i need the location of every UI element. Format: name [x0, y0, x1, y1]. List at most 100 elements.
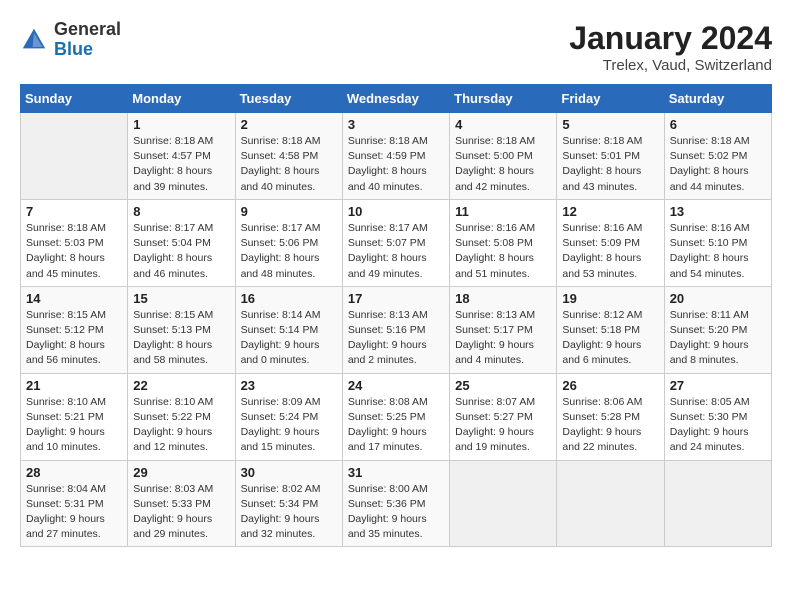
calendar-cell [557, 460, 664, 547]
weekday-header-thursday: Thursday [450, 85, 557, 113]
day-detail: Sunrise: 8:09 AM Sunset: 5:24 PM Dayligh… [241, 395, 337, 456]
calendar-cell: 7 Sunrise: 8:18 AM Sunset: 5:03 PM Daylig… [21, 199, 128, 286]
day-number: 17 [348, 291, 444, 306]
day-detail: Sunrise: 8:11 AM Sunset: 5:20 PM Dayligh… [670, 308, 766, 369]
logo-blue: Blue [54, 39, 93, 59]
calendar-cell: 3 Sunrise: 8:18 AM Sunset: 4:59 PM Daylig… [342, 113, 449, 200]
day-detail: Sunrise: 8:18 AM Sunset: 4:59 PM Dayligh… [348, 134, 444, 195]
calendar-cell [21, 113, 128, 200]
day-detail: Sunrise: 8:18 AM Sunset: 5:02 PM Dayligh… [670, 134, 766, 195]
day-number: 13 [670, 204, 766, 219]
weekday-header-sunday: Sunday [21, 85, 128, 113]
day-number: 29 [133, 465, 229, 480]
calendar-title: January 2024 [569, 20, 772, 57]
day-detail: Sunrise: 8:10 AM Sunset: 5:21 PM Dayligh… [26, 395, 122, 456]
calendar-table: SundayMondayTuesdayWednesdayThursdayFrid… [20, 84, 772, 547]
day-number: 18 [455, 291, 551, 306]
page-container: General Blue January 2024 Trelex, Vaud, … [20, 20, 772, 547]
calendar-cell [664, 460, 771, 547]
day-detail: Sunrise: 8:12 AM Sunset: 5:18 PM Dayligh… [562, 308, 658, 369]
calendar-cell: 4Sunrise: 8:18 AM Sunset: 5:00 PM Daylig… [450, 113, 557, 200]
day-number: 2 [241, 117, 337, 132]
calendar-cell: 14Sunrise: 8:15 AM Sunset: 5:12 PM Dayli… [21, 286, 128, 373]
weekday-header-monday: Monday [128, 85, 235, 113]
calendar-cell: 31 Sunrise: 8:00 AM Sunset: 5:36 PM Dayli… [342, 460, 449, 547]
calendar-cell: 12 Sunrise: 8:16 AM Sunset: 5:09 PM Dayli… [557, 199, 664, 286]
day-number: 6 [670, 117, 766, 132]
calendar-cell: 26 Sunrise: 8:06 AM Sunset: 5:28 PM Dayli… [557, 373, 664, 460]
calendar-cell: 6 Sunrise: 8:18 AM Sunset: 5:02 PM Daylig… [664, 113, 771, 200]
weekday-header-tuesday: Tuesday [235, 85, 342, 113]
calendar-cell: 29 Sunrise: 8:03 AM Sunset: 5:33 PM Dayli… [128, 460, 235, 547]
day-number: 5 [562, 117, 658, 132]
week-row-3: 14Sunrise: 8:15 AM Sunset: 5:12 PM Dayli… [21, 286, 772, 373]
day-detail: Sunrise: 8:18 AM Sunset: 5:00 PM Dayligh… [455, 134, 551, 195]
weekday-header-wednesday: Wednesday [342, 85, 449, 113]
day-number: 11 [455, 204, 551, 219]
logo-icon [20, 26, 48, 54]
calendar-cell: 10 Sunrise: 8:17 AM Sunset: 5:07 PM Dayli… [342, 199, 449, 286]
calendar-cell [450, 460, 557, 547]
calendar-cell: 28 Sunrise: 8:04 AM Sunset: 5:31 PM Dayli… [21, 460, 128, 547]
day-detail: Sunrise: 8:15 AM Sunset: 5:13 PM Dayligh… [133, 308, 229, 369]
calendar-cell: 19 Sunrise: 8:12 AM Sunset: 5:18 PM Dayli… [557, 286, 664, 373]
day-detail: Sunrise: 8:18 AM Sunset: 5:03 PM Dayligh… [26, 221, 122, 282]
day-number: 22 [133, 378, 229, 393]
calendar-cell: 20 Sunrise: 8:11 AM Sunset: 5:20 PM Dayli… [664, 286, 771, 373]
day-detail: Sunrise: 8:17 AM Sunset: 5:07 PM Dayligh… [348, 221, 444, 282]
day-detail: Sunrise: 8:03 AM Sunset: 5:33 PM Dayligh… [133, 482, 229, 543]
logo: General Blue [20, 20, 121, 60]
day-detail: Sunrise: 8:18 AM Sunset: 4:58 PM Dayligh… [241, 134, 337, 195]
day-detail: Sunrise: 8:00 AM Sunset: 5:36 PM Dayligh… [348, 482, 444, 543]
calendar-cell: 16 Sunrise: 8:14 AM Sunset: 5:14 PM Dayli… [235, 286, 342, 373]
day-detail: Sunrise: 8:16 AM Sunset: 5:09 PM Dayligh… [562, 221, 658, 282]
title-block: January 2024 Trelex, Vaud, Switzerland [569, 20, 772, 74]
day-detail: Sunrise: 8:02 AM Sunset: 5:34 PM Dayligh… [241, 482, 337, 543]
day-detail: Sunrise: 8:05 AM Sunset: 5:30 PM Dayligh… [670, 395, 766, 456]
calendar-cell: 24Sunrise: 8:08 AM Sunset: 5:25 PM Dayli… [342, 373, 449, 460]
calendar-cell: 1 Sunrise: 8:18 AM Sunset: 4:57 PM Daylig… [128, 113, 235, 200]
day-number: 25 [455, 378, 551, 393]
day-number: 20 [670, 291, 766, 306]
day-number: 16 [241, 291, 337, 306]
day-detail: Sunrise: 8:13 AM Sunset: 5:16 PM Dayligh… [348, 308, 444, 369]
week-row-1: 1 Sunrise: 8:18 AM Sunset: 4:57 PM Daylig… [21, 113, 772, 200]
calendar-cell: 5Sunrise: 8:18 AM Sunset: 5:01 PM Daylig… [557, 113, 664, 200]
day-number: 15 [133, 291, 229, 306]
day-number: 21 [26, 378, 122, 393]
logo-general-text: General [54, 20, 121, 40]
weekday-header-friday: Friday [557, 85, 664, 113]
calendar-cell: 27Sunrise: 8:05 AM Sunset: 5:30 PM Dayli… [664, 373, 771, 460]
calendar-cell: 25 Sunrise: 8:07 AM Sunset: 5:27 PM Dayli… [450, 373, 557, 460]
calendar-subtitle: Trelex, Vaud, Switzerland [569, 57, 772, 74]
day-number: 31 [348, 465, 444, 480]
day-detail: Sunrise: 8:15 AM Sunset: 5:12 PM Dayligh… [26, 308, 122, 369]
calendar-cell: 13Sunrise: 8:16 AM Sunset: 5:10 PM Dayli… [664, 199, 771, 286]
calendar-cell: 23 Sunrise: 8:09 AM Sunset: 5:24 PM Dayli… [235, 373, 342, 460]
day-number: 3 [348, 117, 444, 132]
weekday-header-row: SundayMondayTuesdayWednesdayThursdayFrid… [21, 85, 772, 113]
day-number: 7 [26, 204, 122, 219]
header: General Blue January 2024 Trelex, Vaud, … [20, 20, 772, 74]
day-detail: Sunrise: 8:18 AM Sunset: 4:57 PM Dayligh… [133, 134, 229, 195]
day-number: 1 [133, 117, 229, 132]
day-detail: Sunrise: 8:10 AM Sunset: 5:22 PM Dayligh… [133, 395, 229, 456]
calendar-cell: 2 Sunrise: 8:18 AM Sunset: 4:58 PM Daylig… [235, 113, 342, 200]
day-number: 12 [562, 204, 658, 219]
day-detail: Sunrise: 8:17 AM Sunset: 5:04 PM Dayligh… [133, 221, 229, 282]
day-number: 28 [26, 465, 122, 480]
calendar-cell: 30Sunrise: 8:02 AM Sunset: 5:34 PM Dayli… [235, 460, 342, 547]
day-detail: Sunrise: 8:08 AM Sunset: 5:25 PM Dayligh… [348, 395, 444, 456]
day-number: 10 [348, 204, 444, 219]
day-detail: Sunrise: 8:14 AM Sunset: 5:14 PM Dayligh… [241, 308, 337, 369]
day-number: 23 [241, 378, 337, 393]
day-detail: Sunrise: 8:07 AM Sunset: 5:27 PM Dayligh… [455, 395, 551, 456]
day-number: 26 [562, 378, 658, 393]
calendar-cell: 22 Sunrise: 8:10 AM Sunset: 5:22 PM Dayli… [128, 373, 235, 460]
day-detail: Sunrise: 8:06 AM Sunset: 5:28 PM Dayligh… [562, 395, 658, 456]
day-detail: Sunrise: 8:04 AM Sunset: 5:31 PM Dayligh… [26, 482, 122, 543]
week-row-2: 7 Sunrise: 8:18 AM Sunset: 5:03 PM Daylig… [21, 199, 772, 286]
day-detail: Sunrise: 8:13 AM Sunset: 5:17 PM Dayligh… [455, 308, 551, 369]
day-number: 8 [133, 204, 229, 219]
day-number: 19 [562, 291, 658, 306]
